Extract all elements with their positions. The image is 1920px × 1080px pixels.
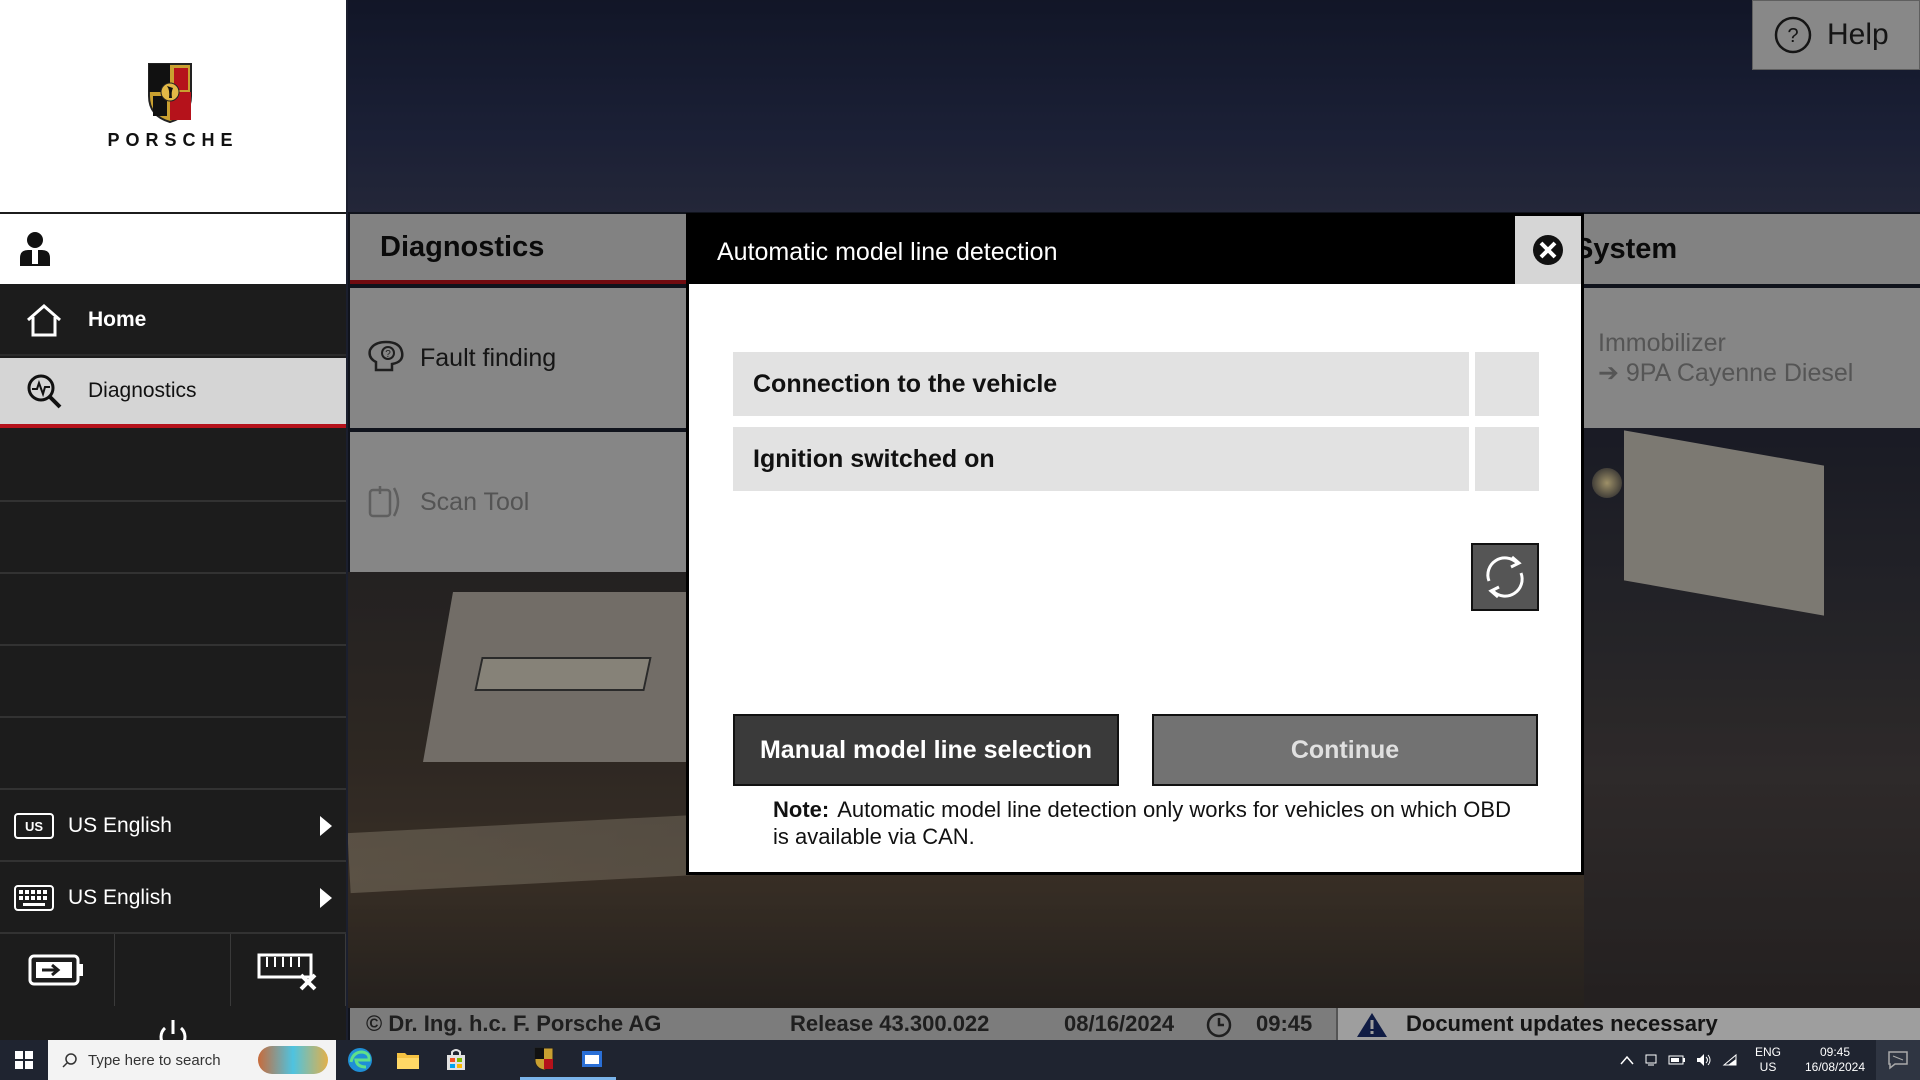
sidebar-empty-button [115,934,231,1006]
volume-icon[interactable] [1696,1053,1712,1067]
diagnostics-search-icon [27,374,62,409]
user-icon [20,232,50,266]
note-label: Note: [773,797,830,822]
taskbar-porsche-app[interactable] [520,1040,568,1080]
taskbar-time: 09:45 [1819,1045,1851,1059]
taskbar-active-window[interactable] [568,1040,616,1080]
system-tray: ENG US 09:45 16/08/2024 [1620,1040,1920,1080]
dialog-note: Note: Automatic model line detection only… [773,796,1513,850]
porsche-crest-icon [148,63,192,124]
device-icon[interactable] [1644,1053,1658,1067]
sidebar-empty-slot [0,504,346,574]
check-label: Ignition switched on [733,427,1469,491]
taskbar-date: 16/08/2024 [1804,1060,1866,1074]
taskbar-clock[interactable]: 09:45 16/08/2024 [1800,1045,1870,1075]
vci-disconnected-icon [257,953,317,991]
taskbar-edge[interactable] [336,1040,384,1080]
lang-line-2: US [1759,1060,1777,1074]
search-highlight-image [258,1046,328,1074]
search-placeholder: Type here to search [88,1051,221,1069]
keyboard-layout-selector[interactable]: US English [0,864,346,934]
sidebar-item-home[interactable]: Home [0,286,346,356]
keyboard-label: US English [68,886,172,909]
dialog-title: Automatic model line detection [717,238,1058,266]
start-button[interactable] [0,1040,48,1080]
home-icon [27,304,61,337]
power-button[interactable] [0,1006,346,1051]
sidebar-empty-slot [0,432,346,502]
note-text: Automatic model line detection only work… [773,797,1511,849]
notification-center-button[interactable] [1876,1040,1920,1080]
check-status [1475,352,1539,416]
dialog-header: Automatic model line detection [689,216,1581,284]
sidebar-bottom-buttons [0,934,346,1006]
chevron-up-icon[interactable] [1620,1055,1634,1065]
taskbar-store[interactable] [432,1040,480,1080]
language-label: US English [68,814,172,837]
input-language-indicator[interactable]: ENG US [1748,1045,1788,1075]
windows-logo-icon [15,1051,33,1069]
check-label: Connection to the vehicle [733,352,1469,416]
sidebar-item-label: Diagnostics [88,379,197,402]
sidebar-empty-slot [0,648,346,718]
taskbar-search[interactable]: Type here to search [48,1040,336,1080]
check-row-ignition: Ignition switched on [733,427,1539,491]
battery-icon[interactable] [1668,1054,1686,1066]
vci-disconnected-button[interactable] [231,934,346,1006]
language-badge: US [25,819,43,834]
language-selector[interactable]: US US English [0,792,346,862]
sidebar-empty-slot [0,576,346,646]
close-button[interactable] [1515,216,1581,284]
check-status [1475,427,1539,491]
sidebar: PORSCHE Home Diagnostics US US English U… [0,0,346,1051]
battery-charger-button[interactable] [0,934,116,1006]
folder-icon [397,1053,419,1069]
edge-browser-icon [348,1048,372,1072]
wifi-icon[interactable] [1722,1053,1738,1067]
sidebar-item-diagnostics[interactable]: Diagnostics [0,358,346,428]
sidebar-empty-slot [0,720,346,790]
model-line-detection-dialog: Automatic model line detection Connectio… [686,213,1584,875]
porsche-logo: PORSCHE [0,0,346,212]
continue-button[interactable]: Continue [1152,714,1538,786]
check-row-connection: Connection to the vehicle [733,352,1539,416]
user-profile-button[interactable] [0,214,346,284]
refresh-icon [1486,555,1524,599]
close-icon [1533,235,1563,265]
search-icon [62,1053,77,1068]
lang-line-1: ENG [1754,1045,1781,1059]
language-flag-icon: US [14,813,54,839]
chevron-right-icon [320,888,332,908]
window-app-icon [582,1050,602,1067]
taskbar-file-explorer[interactable] [384,1040,432,1080]
keyboard-icon [14,885,54,911]
manual-model-line-selection-button[interactable]: Manual model line selection [733,714,1119,786]
notification-icon [1888,1051,1908,1070]
windows-taskbar: Type here to search ENG US 09:45 16/08/2… [0,1040,1920,1080]
porsche-wordmark: PORSCHE [107,130,239,150]
refresh-button[interactable] [1471,543,1539,611]
chevron-right-icon [320,816,332,836]
battery-charger-icon [28,954,84,986]
porsche-app-icon [534,1047,554,1071]
sidebar-item-label: Home [88,308,147,331]
store-bag-icon [447,1049,465,1070]
